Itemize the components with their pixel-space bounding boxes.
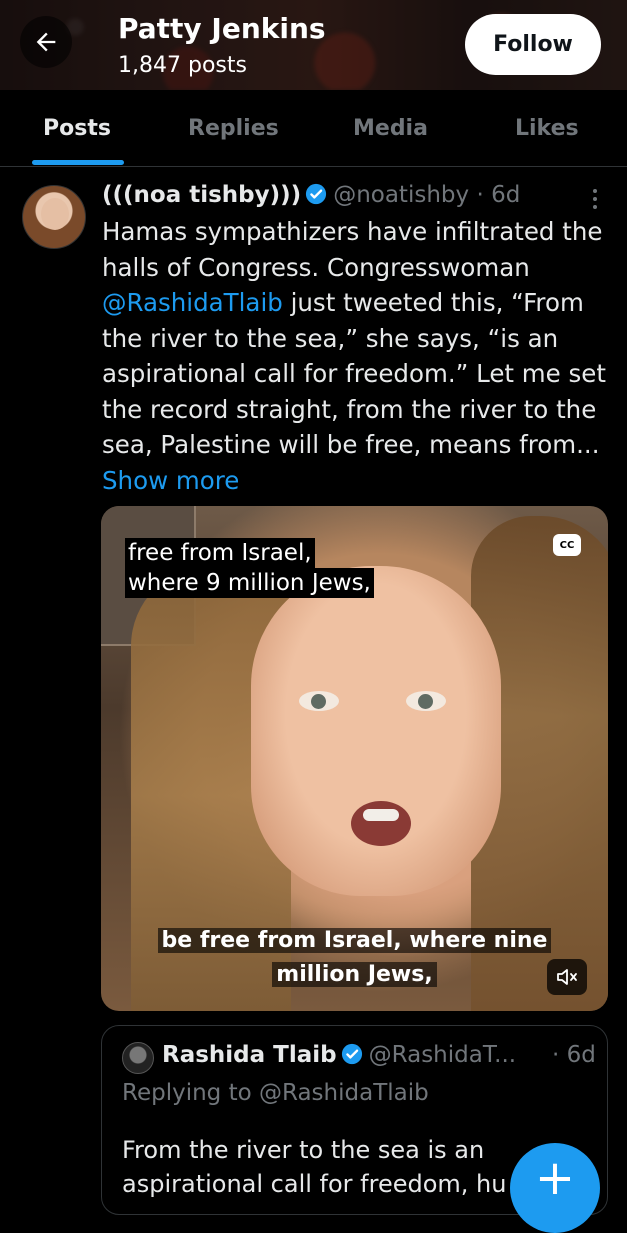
tweet-line: @RashidaTlaib just tweeted this, “From <box>102 288 584 317</box>
tweet-line: the record straight, from the river to t… <box>102 394 597 424</box>
arrow-left-icon <box>36 32 56 52</box>
back-button[interactable] <box>20 16 72 68</box>
profile-header: Patty Jenkins 1,847 posts Follow <box>0 0 627 90</box>
speaker-muted-icon <box>557 969 577 985</box>
tweet-line: sea, Palestine will be free, means from.… <box>102 430 600 459</box>
tab-posts[interactable]: Posts <box>43 116 111 141</box>
mute-button[interactable] <box>547 959 587 995</box>
tweet-header: (((noa tishby))) @noatishby · 6d <box>102 182 520 208</box>
tweet-author-name[interactable]: (((noa tishby))) <box>102 182 301 208</box>
profile-tabs: Posts Replies Media Likes <box>0 90 627 167</box>
post-count: 1,847 posts <box>118 53 247 78</box>
quoted-author-name: Rashida Tlaib <box>162 1042 337 1068</box>
tweet-separator: · <box>476 182 484 208</box>
tweet-line: Hamas sympathizers have infiltrated the <box>102 217 603 246</box>
tweet-handle[interactable]: @noatishby <box>333 182 469 208</box>
tweet-text: Hamas sympathizers have infiltrated the … <box>102 214 607 498</box>
tweet-line: aspirational call for freedom.” Let me s… <box>102 359 606 388</box>
tab-likes[interactable]: Likes <box>515 116 579 141</box>
compose-button[interactable]: + <box>510 1143 600 1233</box>
mention-link[interactable]: @RashidaTlaib <box>102 288 283 317</box>
tweet-line: halls of Congress. Congresswoman <box>102 252 530 282</box>
quoted-header: Rashida Tlaib @RashidaT... <box>162 1042 516 1068</box>
video-caption-bottom: be free from Israel, where nine million … <box>101 924 608 992</box>
follow-button[interactable]: Follow <box>465 14 601 75</box>
plus-icon: + <box>534 1150 576 1206</box>
video-face <box>251 566 501 896</box>
replying-to: Replying to @RashidaTlaib <box>122 1080 429 1106</box>
profile-name: Patty Jenkins <box>118 12 326 45</box>
tweet-time[interactable]: 6d <box>491 182 520 208</box>
avatar[interactable] <box>22 185 86 249</box>
tweet-line: the river to the sea,” she says, “is an <box>102 323 559 353</box>
verified-badge-icon <box>341 1043 362 1065</box>
more-options-icon[interactable] <box>588 186 602 214</box>
quoted-text: From the river to the sea is an aspirati… <box>122 1136 507 1198</box>
quoted-handle: @RashidaT... <box>368 1042 517 1068</box>
tab-media[interactable]: Media <box>353 116 428 141</box>
quoted-time: · 6d <box>552 1042 596 1068</box>
video-caption-top: free from Israel, where 9 million Jews, <box>125 538 374 598</box>
quoted-avatar[interactable] <box>122 1042 154 1074</box>
show-more-link[interactable]: Show more <box>102 466 239 495</box>
tab-replies[interactable]: Replies <box>188 116 279 141</box>
verified-badge-icon <box>306 183 327 205</box>
active-tab-indicator <box>32 160 124 165</box>
closed-captions-icon[interactable]: CC <box>553 534 581 556</box>
video-player[interactable]: free from Israel, where 9 million Jews, … <box>101 506 608 1011</box>
